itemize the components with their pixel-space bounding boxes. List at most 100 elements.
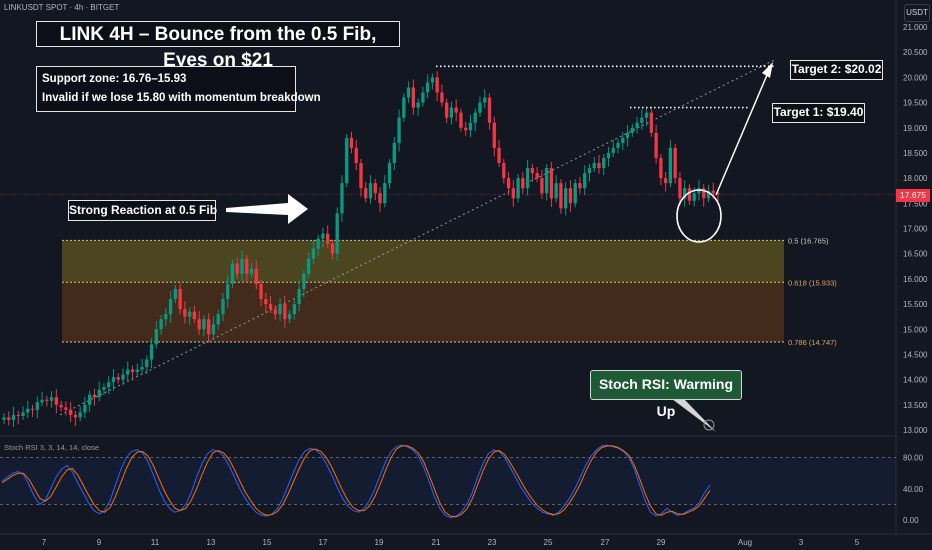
candle-body-127 (606, 152, 611, 158)
price-tick-1: 13.500 (903, 401, 928, 410)
time-tick-11: 29 (657, 538, 666, 547)
candle-body-68 (326, 233, 330, 244)
candle-body-26 (126, 369, 130, 375)
candle-body-29 (140, 367, 144, 370)
time-tick-0: 7 (42, 538, 47, 547)
candle-body-135 (644, 112, 649, 118)
candle-body-41 (197, 319, 201, 330)
price-tick-0: 13.000 (903, 426, 928, 435)
candle-body-110 (525, 168, 530, 189)
candle-body-0 (2, 417, 6, 420)
candle-body-7 (35, 402, 39, 410)
candle-body-54 (259, 283, 263, 300)
candle-body-90 (430, 77, 435, 83)
candle-body-116 (554, 183, 558, 199)
candle-body-81 (387, 163, 392, 184)
price-tick-13: 19.500 (903, 99, 928, 108)
candle-body-46 (221, 299, 225, 315)
candle-body-85 (406, 87, 411, 98)
candle-body-49 (235, 263, 239, 274)
candle-body-2 (11, 414, 16, 420)
candle-body-51 (245, 258, 249, 274)
candle-body-83 (397, 117, 401, 143)
candle-body-5 (26, 408, 30, 413)
candle-body-74 (354, 147, 358, 164)
candle-body-61 (292, 304, 297, 315)
target1-label: Target 1: $19.40 (772, 103, 865, 123)
candle-body-118 (564, 188, 568, 209)
candle-body-111 (530, 168, 535, 174)
support-zone-text: Support zone: 16.76–15.93 (42, 73, 187, 85)
candle-body-82 (392, 142, 396, 164)
candle-body-19 (92, 394, 97, 398)
price-tick-8: 17.000 (903, 225, 928, 234)
candle-body-12 (59, 404, 63, 408)
time-tick-3: 13 (207, 538, 216, 547)
candle-body-53 (254, 268, 258, 284)
price-tick-4: 15.000 (903, 325, 928, 334)
candle-body-59 (283, 304, 287, 320)
candle-body-71 (340, 183, 344, 214)
candle-body-62 (297, 288, 301, 305)
target-arrow-line (715, 74, 768, 196)
price-tick-7: 16.500 (903, 250, 928, 259)
candle-body-107 (511, 188, 515, 199)
candle-body-120 (573, 183, 577, 204)
target2-label: Target 2: $20.02 (790, 60, 883, 80)
candle-body-8 (40, 399, 44, 403)
reaction-arrow (226, 194, 308, 224)
candle-body-76 (364, 188, 368, 199)
candle-body-124 (592, 163, 596, 169)
candle-body-89 (425, 82, 430, 93)
candle-body-103 (492, 122, 496, 148)
candle-body-132 (630, 127, 634, 133)
candle-body-84 (402, 97, 406, 118)
candle-body-56 (268, 304, 273, 310)
reaction-label: Strong Reaction at 0.5 Fib (68, 200, 217, 221)
time-tick-8: 23 (488, 538, 497, 547)
candle-body-18 (88, 394, 92, 405)
candle-body-10 (49, 397, 54, 401)
candle-body-109 (521, 178, 525, 189)
target-arrow-head (762, 62, 773, 78)
candle-body-1 (7, 417, 11, 420)
candle-body-13 (64, 407, 68, 410)
time-tick-13: 3 (799, 538, 804, 547)
candle-body-119 (568, 188, 573, 204)
candle-body-101 (483, 97, 487, 103)
candle-body-92 (440, 92, 444, 103)
candle-body-24 (116, 377, 120, 380)
candle-body-40 (192, 311, 197, 320)
candle-body-6 (30, 408, 35, 410)
candle-body-108 (516, 178, 520, 199)
candle-body-77 (368, 183, 373, 199)
candle-body-57 (273, 309, 277, 315)
chart-title: LINK 4H – Bounce from the 0.5 Fib, Eyes … (36, 21, 400, 71)
candle-body-21 (102, 387, 106, 390)
candle-body-32 (154, 329, 158, 345)
stoch-callout-pointer (672, 399, 716, 432)
price-tick-5: 15.500 (903, 300, 928, 309)
candle-body-14 (68, 409, 73, 415)
candle-body-33 (159, 319, 163, 330)
symbol-header: LINKUSDT SPOT · 4h · BITGET (4, 3, 120, 12)
candle-body-129 (616, 142, 620, 148)
candle-body-67 (321, 233, 325, 239)
candle-body-38 (183, 309, 187, 317)
time-tick-7: 21 (432, 538, 441, 547)
candle-body-48 (230, 263, 235, 284)
candle-body-72 (345, 137, 349, 184)
time-tick-9: 25 (544, 538, 553, 547)
candle-body-114 (544, 168, 549, 194)
price-tick-14: 20.000 (903, 73, 928, 82)
candle-body-104 (497, 147, 501, 164)
stoch-label: Stoch RSI 3, 3, 14, 14, close (4, 443, 99, 452)
candle-body-141 (673, 147, 677, 179)
candle-body-36 (173, 288, 178, 300)
time-tick-2: 11 (151, 538, 160, 547)
candle-body-126 (602, 157, 606, 169)
candle-body-45 (216, 314, 220, 325)
currency-button[interactable]: USDT (904, 4, 930, 22)
price-tick-11: 18.500 (903, 149, 928, 158)
trendline (59, 59, 776, 416)
